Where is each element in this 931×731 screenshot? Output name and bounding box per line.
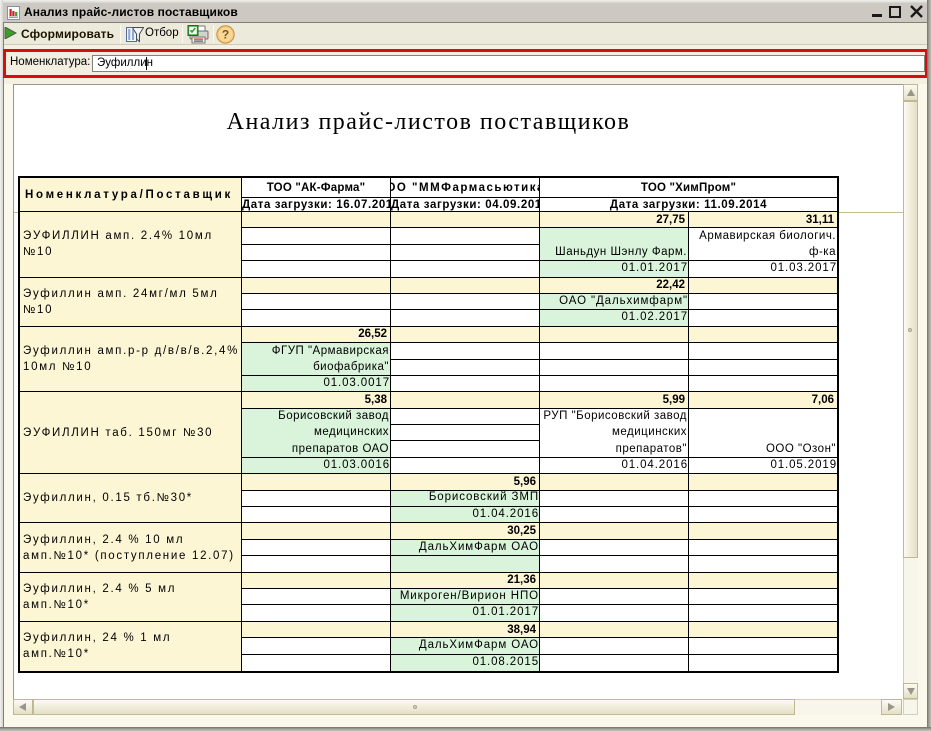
svg-text:?: ? xyxy=(222,28,229,42)
